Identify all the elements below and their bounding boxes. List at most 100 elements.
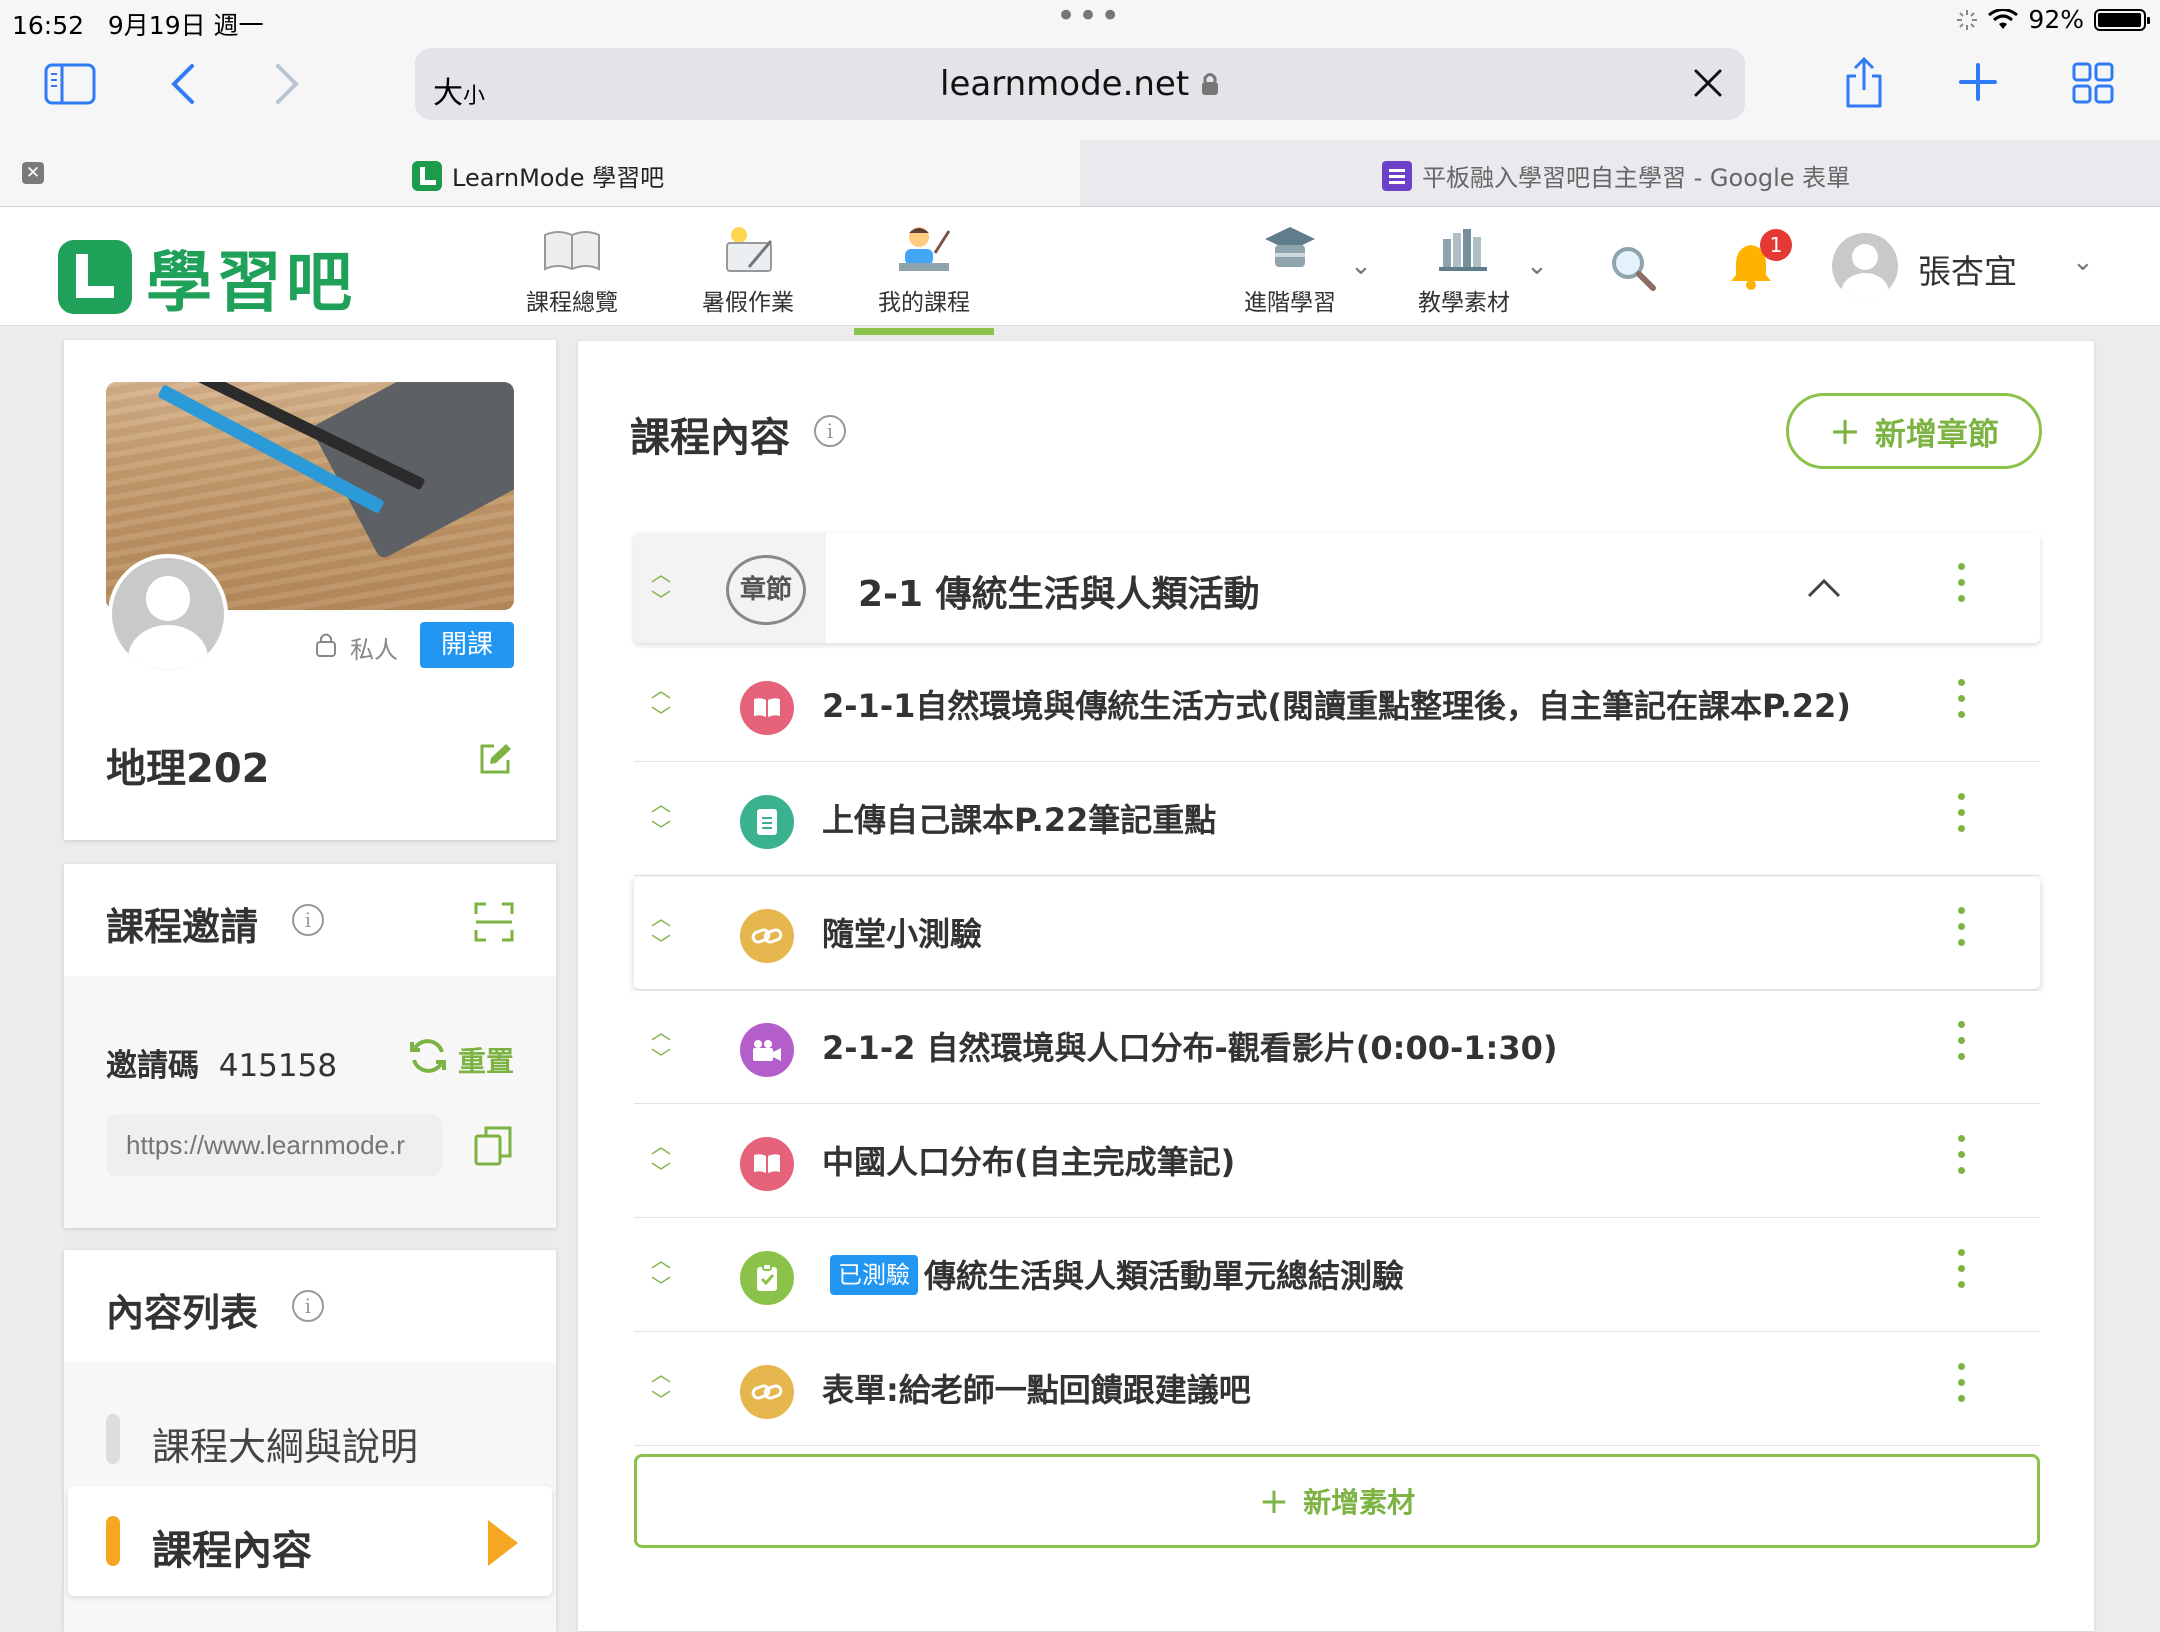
invite-body [64, 976, 556, 1228]
content-item[interactable]: ︿ ﹀ 上傳自己課本P.22筆記重點 [634, 763, 2040, 876]
user-name[interactable]: 張杏宜 [1918, 245, 2017, 293]
refresh-icon[interactable] [408, 1036, 448, 1076]
course-owner-avatar [108, 554, 228, 674]
advanced-learning-chevron-down-icon[interactable]: ⌄ [1350, 251, 1372, 281]
content-item[interactable]: ︿ ﹀ 已測驗 傳統生活與人類活動單元總結測驗 [634, 1219, 2040, 1332]
scan-qr-icon[interactable] [474, 902, 514, 942]
more-options-icon[interactable] [1958, 907, 1968, 955]
item-marker [106, 1516, 120, 1566]
edit-icon[interactable] [478, 742, 512, 776]
collapse-chevron-up-icon[interactable] [1806, 577, 1842, 599]
status-bar: 16:52 9月19日 週一 ••• 92% [0, 0, 2160, 40]
clear-url-icon[interactable] [1693, 68, 1723, 98]
content-list-item-syllabus[interactable]: 課程大綱與說明 [64, 1396, 556, 1482]
invite-link-field[interactable] [106, 1114, 442, 1176]
content-item[interactable]: ︿ ﹀ 中國人口分布(自主完成筆記) [634, 1105, 2040, 1218]
lock-icon [316, 633, 336, 657]
add-chapter-button[interactable]: + 新增章節 [1786, 393, 2042, 469]
drag-handle-icon[interactable]: ︿ ﹀ [648, 561, 674, 613]
more-options-icon[interactable] [1958, 679, 1968, 727]
more-options-icon[interactable] [1958, 1249, 1968, 1297]
sidebar-toggle-icon[interactable] [44, 62, 96, 106]
nav-summer-homework[interactable]: 暑假作業 [678, 221, 818, 317]
more-options-icon[interactable] [1958, 1135, 1968, 1183]
more-options-icon[interactable] [1958, 1021, 1968, 1069]
tab-learnmode[interactable]: ✕ LearnMode 學習吧 [0, 140, 1080, 206]
graduation-cap-icon [1265, 227, 1315, 267]
book-icon [740, 1137, 794, 1191]
book-icon [740, 681, 794, 735]
tab-overview-icon[interactable] [2072, 62, 2114, 104]
drag-handle-icon[interactable]: ︿ ﹀ [648, 1361, 674, 1413]
nav-my-courses[interactable]: 我的課程 [854, 221, 994, 335]
drag-handle-icon[interactable]: ︿ ﹀ [648, 1019, 674, 1071]
content-list-card: 內容列表 i 課程大綱與說明 課程內容 [64, 1250, 556, 1632]
course-invite-card: 課程邀請 i 邀請碼 415158 重置 [64, 864, 556, 1228]
logo-text: 學習吧 [146, 244, 356, 321]
plus-icon: + [1258, 1480, 1290, 1522]
info-icon[interactable]: i [292, 904, 324, 936]
course-content-panel: 課程內容 i + 新增章節 ︿ ﹀ 章節 2-1 傳統生活與人類活動 ︿ ﹀ 2-1… [578, 341, 2094, 1631]
nav-course-overview[interactable]: 課程總覽 [502, 221, 642, 317]
content-item-title: 上傳自己課本P.22筆記重點 [822, 801, 1217, 839]
battery-percent: 92% [2028, 5, 2084, 34]
open-book-icon [544, 231, 600, 271]
chapter-header[interactable]: ︿ ﹀ 章節 2-1 傳統生活與人類活動 [634, 533, 2040, 643]
lock-icon [1201, 73, 1218, 95]
content-item[interactable]: ︿ ﹀ 2-1-1自然環境與傳統生活方式(閱讀重點整理後，自主筆記在課本P.22) [634, 649, 2040, 762]
plus-icon: + [1829, 409, 1861, 453]
back-icon[interactable] [168, 62, 198, 106]
user-avatar[interactable] [1832, 233, 1898, 299]
reset-button[interactable]: 重置 [458, 1040, 514, 1080]
main-title: 課程內容 [630, 415, 790, 461]
more-options-icon[interactable] [1958, 1363, 1968, 1411]
google-forms-favicon-icon [1382, 160, 1412, 191]
drag-handle-icon[interactable]: ︿ ﹀ [648, 905, 674, 957]
drag-handle-icon[interactable]: ︿ ﹀ [648, 1133, 674, 1185]
sun-notebook-icon [726, 227, 773, 272]
info-icon[interactable]: i [814, 415, 846, 447]
nav-teaching-materials[interactable]: 教學素材 [1394, 221, 1534, 317]
content-item[interactable]: ︿ ﹀ 隨堂小測驗 [634, 877, 2040, 990]
drag-handle-icon[interactable]: ︿ ﹀ [648, 677, 674, 729]
forward-icon[interactable] [272, 62, 302, 106]
play-arrow-icon [488, 1520, 518, 1566]
content-item-title: 2-1-1自然環境與傳統生活方式(閱讀重點整理後，自主筆記在課本P.22) [822, 687, 1851, 725]
tab-google-form[interactable]: 平板融入學習吧自主學習 - Google 表單 [1382, 158, 1850, 193]
search-icon[interactable] [1608, 243, 1658, 293]
info-icon[interactable]: i [292, 1290, 324, 1322]
content-list-item-label: 課程內容 [152, 1528, 312, 1574]
video-icon [740, 1023, 794, 1077]
copy-icon[interactable] [474, 1126, 512, 1166]
invite-title: 課程邀請 [106, 905, 259, 949]
address-bar[interactable]: 大小 learnmode.net [415, 48, 1745, 120]
books-icon [1439, 229, 1487, 271]
link-icon [740, 909, 794, 963]
teaching-materials-chevron-down-icon[interactable]: ⌄ [1526, 251, 1548, 281]
link-icon [740, 1365, 794, 1419]
document-icon [740, 795, 794, 849]
nav-advanced-learning[interactable]: 進階學習 [1220, 221, 1360, 317]
content-item-title: 傳統生活與人類活動單元總結測驗 [924, 1257, 1405, 1295]
site-logo[interactable]: 學習吧 [58, 229, 356, 325]
drag-handle-icon[interactable]: ︿ ﹀ [648, 791, 674, 843]
close-tab-icon[interactable]: ✕ [22, 162, 44, 184]
user-menu-chevron-down-icon[interactable]: ⌄ [2072, 247, 2094, 277]
chapter-title: 2-1 傳統生活與人類活動 [858, 574, 1260, 615]
open-course-button[interactable]: 開課 [420, 622, 514, 668]
invite-code: 邀請碼 415158 [106, 1048, 338, 1084]
add-material-button[interactable]: + 新增素材 [634, 1454, 2040, 1548]
drag-handle-icon[interactable]: ︿ ﹀ [648, 1247, 674, 1299]
content-item[interactable]: ︿ ﹀ 表單:給老師一點回饋跟建議吧 [634, 1333, 2040, 1446]
notification-badge: 1 [1760, 229, 1792, 261]
multitasking-dots-icon[interactable]: ••• [1056, 0, 1122, 36]
content-item[interactable]: ︿ ﹀ 2-1-2 自然環境與人口分布-觀看影片(0:00-1:30) [634, 991, 2040, 1104]
share-icon[interactable] [1842, 56, 1886, 110]
status-right: 92% [1956, 5, 2150, 34]
chapter-more-icon[interactable] [1958, 563, 1968, 602]
more-options-icon[interactable] [1958, 793, 1968, 841]
content-list-item-course-content[interactable]: 課程內容 [68, 1486, 552, 1596]
new-tab-icon[interactable] [1958, 62, 1998, 102]
quiz-clipboard-icon [740, 1251, 794, 1305]
site-header: 學習吧 課程總覽 暑假作業 我的課程 進階學習 ⌄ 教學素材 ⌄ 1 張杏宜 ⌄ [0, 207, 2160, 335]
